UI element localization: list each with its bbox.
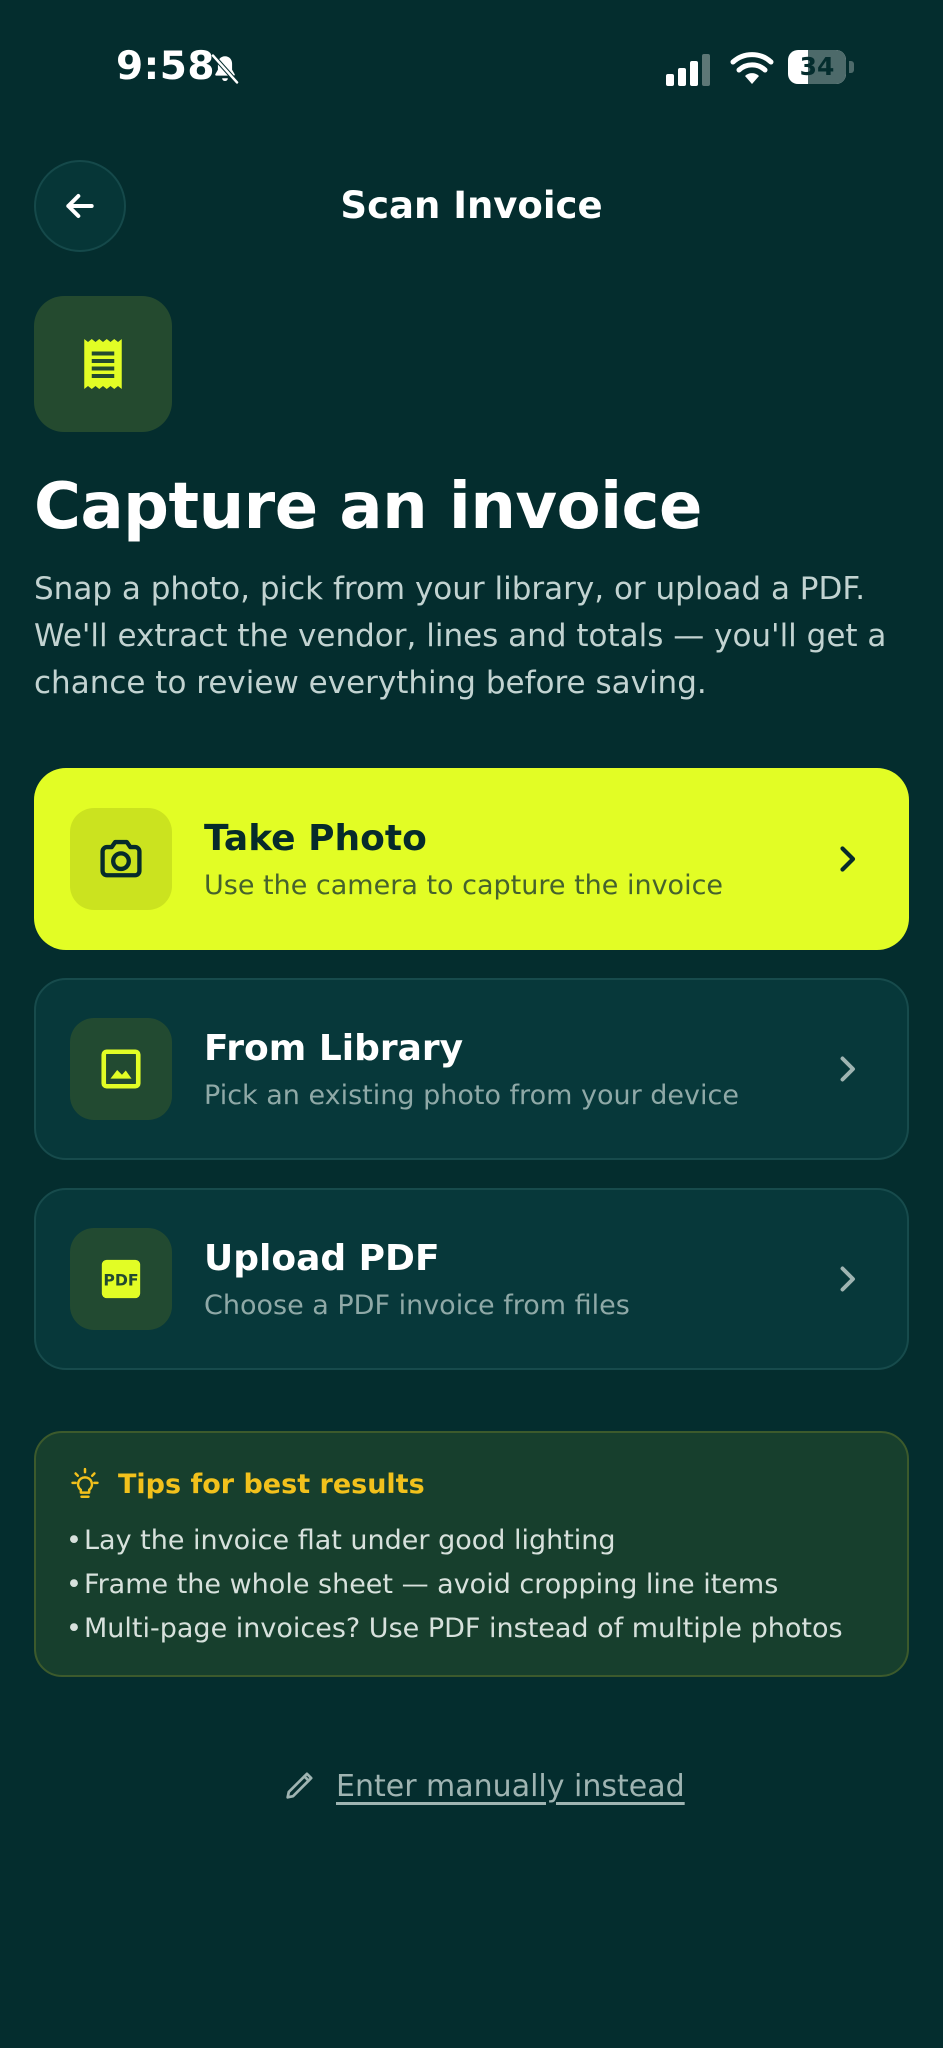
battery-body: 34 — [788, 50, 846, 84]
image-icon — [101, 1049, 141, 1089]
headline: Capture an invoice — [34, 470, 702, 544]
from-library-icon-box — [70, 1018, 172, 1120]
tips-list: Lay the invoice flat under good lighting… — [66, 1519, 843, 1651]
tip-item: Lay the invoice flat under good lighting — [66, 1519, 843, 1563]
chevron-right-icon — [840, 846, 856, 872]
battery-level: 34 — [799, 52, 835, 81]
tips-title: Tips for best results — [118, 1469, 425, 1500]
upload-pdf-icon-box: PDF — [70, 1228, 172, 1330]
from-library-subtitle: Pick an existing photo from your device — [204, 1080, 739, 1111]
receipt-icon — [84, 339, 122, 389]
pdf-icon: PDF — [101, 1259, 141, 1299]
take-photo-title: Take Photo — [204, 818, 427, 859]
chevron-right-icon — [840, 1056, 855, 1082]
pdf-icon-label: PDF — [103, 1271, 138, 1290]
take-photo-icon-box — [70, 808, 172, 910]
upload-pdf-subtitle: Choose a PDF invoice from files — [204, 1290, 630, 1321]
tips-panel: Tips for best results Lay the invoice fl… — [34, 1431, 909, 1677]
battery-indicator: 34 — [788, 50, 854, 86]
bell-muted-icon — [211, 54, 239, 84]
from-library-title: From Library — [204, 1028, 464, 1069]
tip-item: Multi-page invoices? Use PDF instead of … — [66, 1607, 843, 1651]
description: Snap a photo, pick from your library, or… — [34, 571, 887, 701]
pencil-icon — [286, 1772, 313, 1799]
take-photo-subtitle: Use the camera to capture the invoice — [204, 870, 724, 901]
cellular-signal-icon — [666, 54, 710, 86]
upload-pdf-title: Upload PDF — [204, 1238, 440, 1279]
page-title: Scan Invoice — [340, 184, 603, 227]
status-time: 9:58 — [116, 44, 216, 89]
status-bar: 9:58 34 — [0, 0, 943, 140]
camera-icon — [100, 839, 142, 878]
lightbulb-icon — [71, 1467, 99, 1499]
battery-cap — [849, 61, 854, 73]
hero-icon-tile — [34, 296, 172, 432]
enter-manually-link[interactable]: Enter manually instead — [282, 1762, 685, 1810]
upload-pdf-button[interactable]: PDF Upload PDF Choose a PDF invoice from… — [34, 1188, 909, 1370]
tip-item: Frame the whole sheet — avoid cropping l… — [66, 1563, 843, 1607]
take-photo-button[interactable]: Take Photo Use the camera to capture the… — [34, 768, 909, 950]
from-library-button[interactable]: From Library Pick an existing photo from… — [34, 978, 909, 1160]
enter-manually-label: Enter manually instead — [336, 1768, 685, 1804]
chevron-right-icon — [840, 1266, 855, 1292]
wifi-icon — [730, 52, 774, 84]
